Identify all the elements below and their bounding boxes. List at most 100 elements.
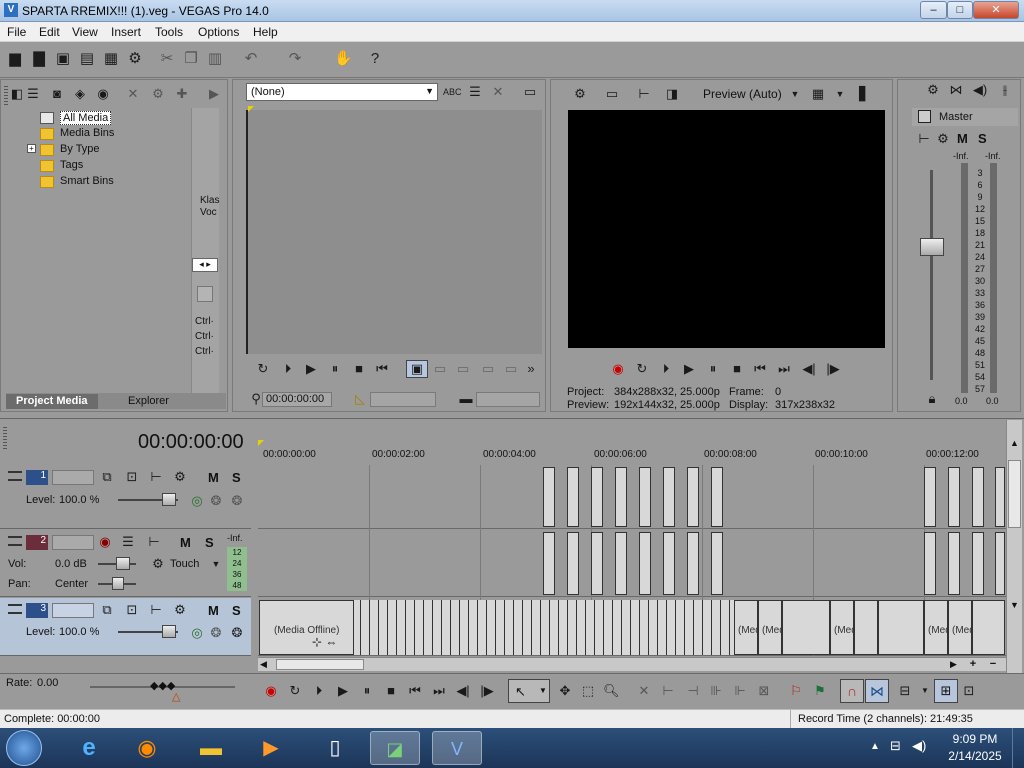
remove-icon[interactable]: ✕ bbox=[125, 86, 141, 102]
preview-settings-gear-icon[interactable]: ⚙ bbox=[572, 86, 588, 102]
scroll-thumb[interactable] bbox=[1008, 460, 1021, 528]
play-from-start-icon[interactable]: ⏵ bbox=[280, 361, 296, 377]
offline-clip[interactable]: (Med bbox=[924, 600, 951, 655]
trim-icon[interactable]: ⊩ bbox=[732, 683, 748, 699]
scroll-left-icon[interactable]: ◀ bbox=[260, 659, 267, 670]
in-point-field[interactable] bbox=[370, 392, 436, 407]
trim-list-icon[interactable]: ☰ bbox=[467, 84, 483, 100]
media-player-icon[interactable]: ▶ bbox=[246, 731, 296, 765]
motion-icon[interactable]: ⧉ bbox=[99, 469, 115, 485]
play-from-start-icon[interactable]: ⏵ bbox=[311, 683, 327, 699]
audio-clip[interactable] bbox=[567, 532, 579, 595]
stop-icon[interactable]: ■ bbox=[729, 361, 745, 377]
audio-clip[interactable] bbox=[663, 532, 675, 595]
menu-edit[interactable]: Edit bbox=[39, 25, 60, 39]
video-clip[interactable] bbox=[615, 467, 627, 527]
track-1-solo[interactable]: S bbox=[232, 470, 241, 485]
save-icon[interactable]: ▣ bbox=[54, 50, 72, 68]
horizontal-scrollbar[interactable]: ◀ ▶ + − bbox=[258, 657, 1006, 671]
master-mute-button[interactable]: M bbox=[957, 131, 968, 146]
downmix-icon[interactable]: ⋈ bbox=[948, 82, 964, 98]
cut-icon[interactable]: ✂ bbox=[158, 50, 176, 68]
task-app-icon[interactable]: ◪ bbox=[370, 731, 420, 765]
scroll-down-icon[interactable]: ▼ bbox=[1008, 600, 1021, 616]
edit-tool-button[interactable]: ↖ ▼ bbox=[508, 679, 550, 703]
track-grip-icon[interactable] bbox=[8, 536, 22, 546]
track-name-field[interactable] bbox=[52, 470, 94, 485]
scroll-thumb[interactable] bbox=[276, 659, 364, 670]
insert-icon[interactable]: ▭ bbox=[480, 361, 496, 377]
composite-icon[interactable]: ⊢ bbox=[148, 602, 164, 618]
more-icon[interactable]: » bbox=[523, 361, 539, 377]
capture-icon[interactable]: ☰ bbox=[25, 86, 41, 102]
mute-speaker-icon[interactable]: ◀) bbox=[972, 82, 988, 98]
menu-tools[interactable]: Tools bbox=[155, 25, 183, 39]
video-clip[interactable] bbox=[591, 467, 603, 527]
track-2-solo[interactable]: S bbox=[205, 535, 214, 550]
lock-icon[interactable]: 🔒︎ bbox=[924, 391, 940, 407]
offline-clip[interactable] bbox=[782, 600, 830, 655]
track-grip-icon[interactable] bbox=[8, 604, 22, 614]
ignore-grouping-icon[interactable]: ⊡ bbox=[961, 683, 977, 699]
new-project-icon[interactable]: ▆ bbox=[6, 50, 24, 68]
tab-explorer[interactable]: Explorer bbox=[118, 394, 179, 409]
vegas-pro-task-icon[interactable]: V bbox=[432, 731, 482, 765]
audio-clip[interactable] bbox=[972, 532, 984, 595]
envelope-tool-icon[interactable]: ✥ bbox=[557, 683, 573, 699]
fx-gear-icon[interactable]: ⚙ bbox=[935, 131, 951, 147]
chevron-down-icon[interactable]: ▼ bbox=[208, 556, 224, 572]
level-slider[interactable] bbox=[162, 625, 176, 638]
minimize-button[interactable]: – bbox=[920, 1, 947, 19]
track-fx-gear-icon[interactable]: ⚙ bbox=[172, 602, 188, 618]
lock-envelopes-icon[interactable]: ⊞ bbox=[934, 679, 958, 703]
trimmer-media-select[interactable]: (None) ▼ bbox=[246, 83, 438, 101]
track-name-field[interactable] bbox=[52, 603, 94, 618]
open-icon[interactable]: ▇ bbox=[30, 50, 48, 68]
master-solo-button[interactable]: S bbox=[978, 131, 987, 146]
play-icon[interactable]: ▶ bbox=[303, 361, 319, 377]
track-fx-gear-icon[interactable]: ⚙ bbox=[172, 469, 188, 485]
go-start-icon[interactable]: ⏮ bbox=[374, 361, 390, 377]
clip-cluster[interactable] bbox=[354, 600, 734, 655]
mixer-settings-gear-icon[interactable]: ⚙ bbox=[925, 82, 941, 98]
volume-slider[interactable] bbox=[116, 557, 130, 570]
pause-icon[interactable]: ⏸ bbox=[327, 361, 343, 377]
chevron-down-icon[interactable]: ▼ bbox=[917, 683, 933, 699]
media-fx-icon[interactable]: ◈ bbox=[72, 86, 88, 102]
video-clip[interactable] bbox=[687, 467, 699, 527]
add-marker-icon[interactable]: ▭ bbox=[455, 361, 471, 377]
plugin-icon[interactable]: ✚ bbox=[174, 86, 190, 102]
go-end-icon[interactable]: ⏭ bbox=[431, 683, 447, 699]
delete-icon[interactable]: ✕ bbox=[636, 683, 652, 699]
scroll-arrows[interactable]: ◂ ▸ bbox=[192, 258, 218, 272]
video-clip[interactable] bbox=[995, 467, 1005, 527]
pan-slider[interactable] bbox=[112, 577, 124, 590]
video-clip[interactable] bbox=[543, 467, 555, 527]
parent-icon[interactable]: ❂ bbox=[208, 493, 224, 509]
offline-clip[interactable] bbox=[854, 600, 878, 655]
track-grip-icon[interactable] bbox=[8, 471, 22, 481]
composite-icon[interactable]: ⊢ bbox=[148, 469, 164, 485]
trim-window-icon[interactable]: ▭ bbox=[522, 84, 538, 100]
menu-file[interactable]: File bbox=[7, 25, 26, 39]
timeline-ruler[interactable]: 00:00:00:00 00:00:02:00 00:00:04:00 00:0… bbox=[258, 448, 1006, 464]
help-icon[interactable]: ? bbox=[366, 50, 384, 68]
overlays-icon[interactable]: ◨ bbox=[664, 86, 680, 102]
track-3-solo[interactable]: S bbox=[232, 603, 241, 618]
audio-clip[interactable] bbox=[948, 532, 960, 595]
child-icon[interactable]: ❂ bbox=[229, 625, 245, 641]
invert-phase-icon[interactable]: ☰ bbox=[120, 534, 136, 550]
properties-gear-icon[interactable]: ⚙ bbox=[126, 50, 144, 68]
file-explorer-icon[interactable]: ▬ bbox=[186, 731, 236, 765]
record-icon[interactable]: ◉ bbox=[263, 683, 279, 699]
arm-record-icon[interactable]: ◉ bbox=[97, 534, 113, 550]
copy-snapshot-icon[interactable]: ▋ bbox=[856, 86, 872, 102]
trim-end-icon[interactable]: ⊣ bbox=[685, 683, 701, 699]
undo-icon[interactable]: ↶ bbox=[242, 50, 260, 68]
track-name-field[interactable] bbox=[52, 535, 94, 550]
maximize-button[interactable]: □ bbox=[947, 1, 973, 19]
start-button[interactable] bbox=[6, 730, 42, 766]
redo-icon[interactable]: ↷ bbox=[286, 50, 304, 68]
pan-icon[interactable]: ⊢ bbox=[916, 131, 932, 147]
pause-icon[interactable]: ⏸ bbox=[705, 361, 721, 377]
